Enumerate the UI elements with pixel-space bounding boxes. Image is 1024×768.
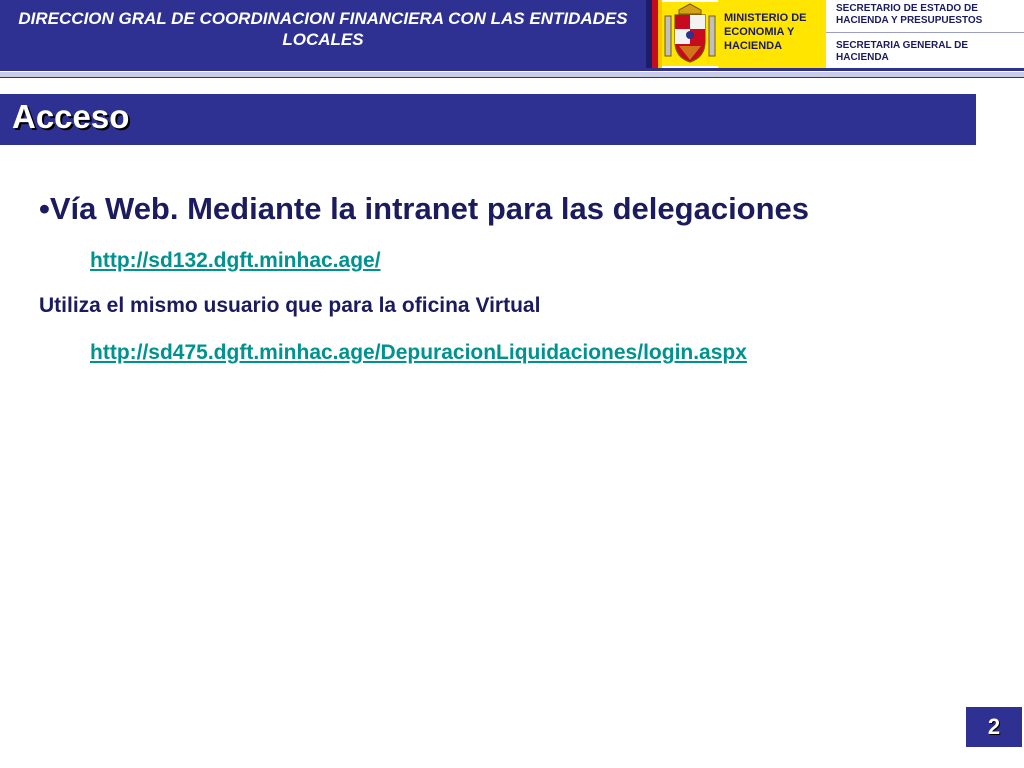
slide-header: DIRECCION GRAL DE COORDINACION FINANCIER… [0,0,1024,78]
secretaria-label: SECRETARIA GENERAL DE HACIENDA [826,34,1024,68]
secretario-label: SECRETARIO DE ESTADO DE HACIENDA Y PRESU… [826,0,1024,33]
ministerio-line-2: ECONOMIA Y [724,26,795,38]
slide-title: Acceso [12,98,130,135]
secretario-line-1: SECRETARIO DE ESTADO DE [836,3,978,14]
secretario-line-2: HACIENDA Y PRESUPUESTOS [836,15,983,26]
page-number: 2 [966,707,1022,747]
intranet-link[interactable]: http://sd132.dgft.minhac.age/ [90,249,381,273]
coat-of-arms-icon [662,2,718,66]
bullet-text: •Vía Web. Mediante la intranet para las … [39,191,810,226]
ministerio-line-1: MINISTERIO DE [724,12,807,24]
note-text: Utiliza el mismo usuario que para la ofi… [39,294,541,317]
ministerio-line-3: HACIENDA [724,40,783,52]
org-title: DIRECCION GRAL DE COORDINACION FINANCIER… [0,0,648,68]
header-rule-bottom [0,77,1024,78]
header-rule [0,68,1024,71]
slide-title-bar: Acceso [0,94,976,145]
ministerio-label: MINISTERIO DE ECONOMIA Y HACIENDA [718,0,826,68]
secretaria-line-2: HACIENDA [836,52,889,63]
secretaria-line-1: SECRETARIA GENERAL DE [836,40,969,51]
login-link[interactable]: http://sd475.dgft.minhac.age/DepuracionL… [90,341,747,365]
